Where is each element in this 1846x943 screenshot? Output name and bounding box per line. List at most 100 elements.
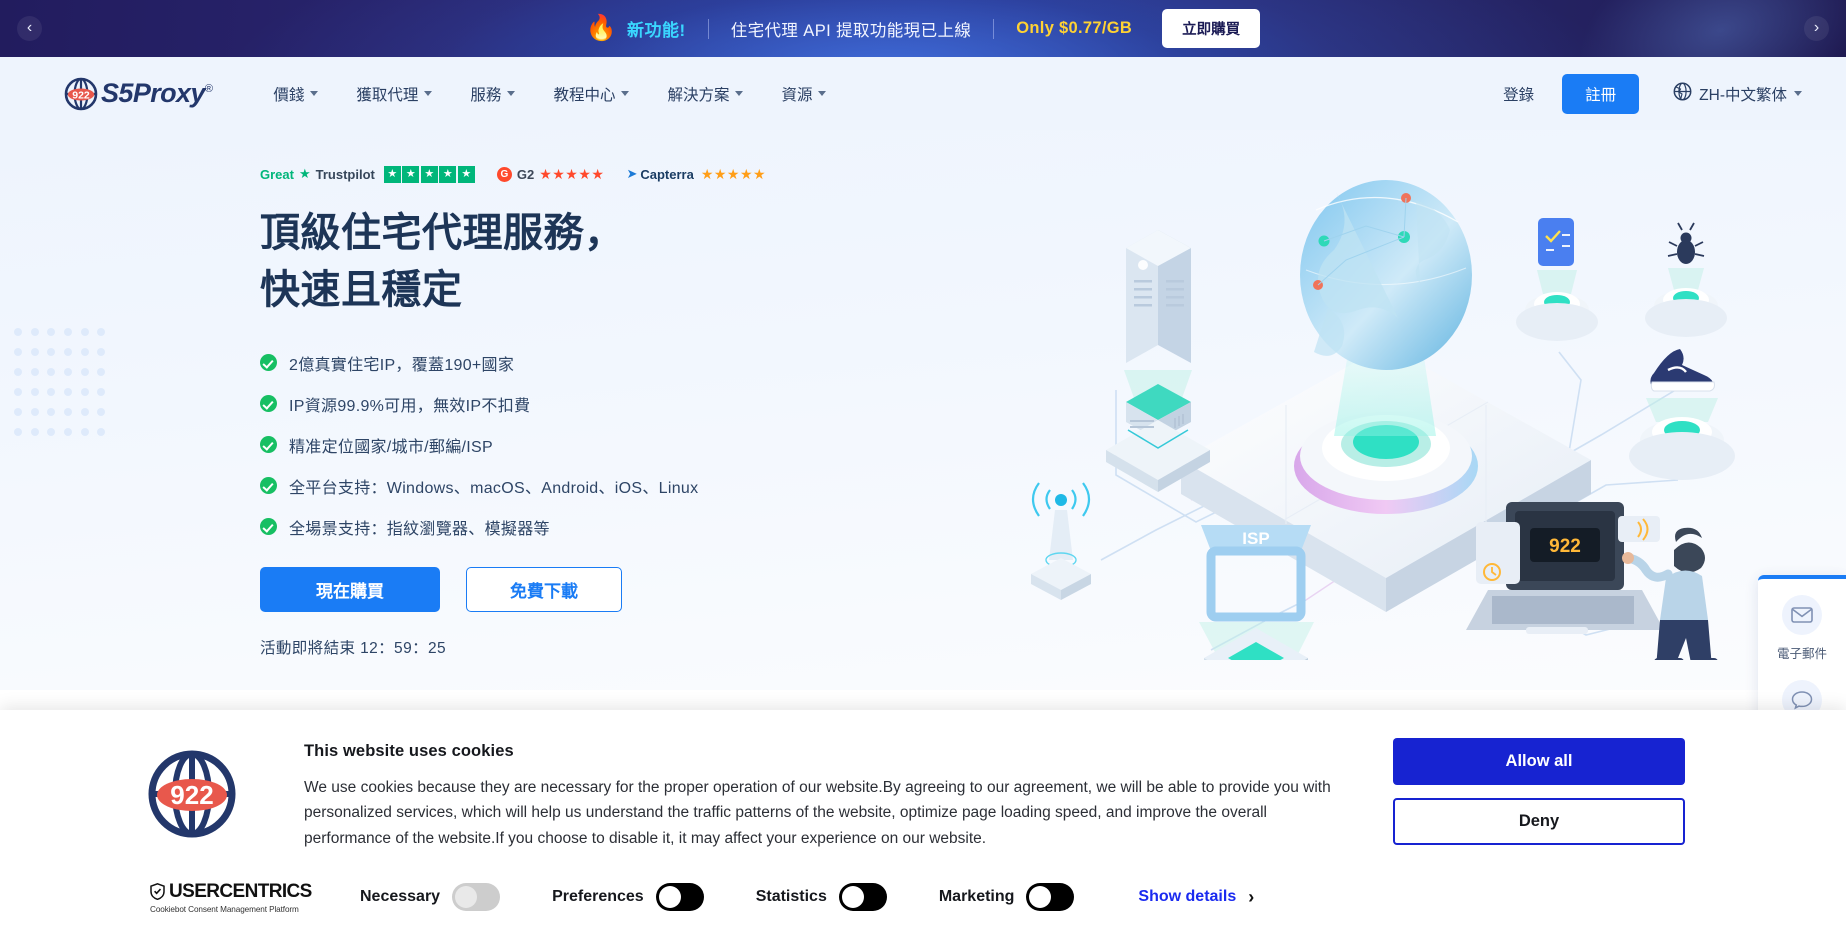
promo-message: 住宅代理 API 提取功能現已上線 — [730, 21, 972, 40]
check-circle-icon — [260, 518, 277, 536]
list-item: 全平台支持：Windows、macOS、Android、iOS、Linux — [260, 474, 900, 498]
buy-now-button[interactable]: 現在購買 — [260, 566, 440, 612]
globe-icon — [1673, 82, 1692, 106]
email-icon — [1782, 595, 1822, 635]
hero-cta-group: 現在購買 免費下載 — [260, 566, 900, 612]
language-label: ZH-中文繁体 — [1699, 86, 1787, 104]
promo-cta-button[interactable]: 立即購買 — [1162, 9, 1261, 48]
cookie-heading: This website uses cookies — [304, 742, 514, 760]
nav-label: 獲取代理 — [356, 86, 419, 104]
list-item: IP資源99.9%可用，無效IP不扣費 — [260, 392, 900, 416]
shield-check-icon — [150, 883, 165, 901]
cookie-category-toggles: Necessary Preferences Statistics Marketi… — [360, 883, 1254, 912]
cookie-consent-banner: 922 This website uses cookies We use coo… — [0, 710, 1846, 943]
nav-label: 價錢 — [273, 86, 305, 104]
capterra-label: Capterra — [640, 166, 694, 182]
toggle-label-necessary: Necessary — [360, 888, 441, 906]
toggle-group-necessary: Necessary — [360, 883, 501, 912]
hero-feature-list: 2億真實住宅IP，覆蓋190+國家 IP資源99.9%可用，無效IP不扣費 精准… — [260, 351, 900, 539]
trustpilot-badge[interactable]: Great ★ Trustpilot ★ ★ ★ ★ ★ — [260, 165, 475, 183]
nav-item-services[interactable]: 服務 — [451, 73, 534, 115]
nav-label: 教程中心 — [553, 86, 616, 104]
trustpilot-stars: ★ ★ ★ ★ ★ — [383, 165, 475, 183]
g2-badge[interactable]: G G2 ★★★★★ — [496, 166, 605, 183]
nav-item-tutorials[interactable]: 教程中心 — [534, 73, 648, 115]
nav-label: 服務 — [470, 86, 502, 104]
promo-content: 🔥 新功能! 住宅代理 API 提取功能現已上線 Only $0.77/GB 立… — [0, 0, 1846, 57]
show-details-label: Show details — [1138, 888, 1237, 906]
globe-logo-icon: 922 — [64, 77, 98, 111]
contact-email-item[interactable]: 電子郵件 — [1758, 595, 1846, 662]
cookie-actions: Allow all Deny — [1393, 738, 1685, 845]
signup-button[interactable]: 註冊 — [1562, 73, 1640, 114]
cookie-paragraph: We use cookies because they are necessar… — [304, 779, 1331, 847]
floating-contact-widget: 電子郵件 — [1758, 575, 1846, 730]
capterra-badge[interactable]: ➤ Capterra ★★★★★ — [626, 166, 766, 183]
cookie-text-block: This website uses cookies We use cookies… — [304, 742, 1349, 851]
toggle-group-marketing: Marketing — [938, 883, 1075, 912]
list-item: 2億真實住宅IP，覆蓋190+國家 — [260, 351, 900, 375]
toggle-group-statistics: Statistics — [756, 883, 887, 912]
promo-prev-arrow[interactable]: ‹ — [17, 16, 42, 41]
toggle-label-preferences: Preferences — [552, 888, 644, 906]
nav-label: 資源 — [781, 86, 813, 104]
main-nav: 價錢 獲取代理 服務 教程中心 解決方案 資源 — [254, 73, 845, 115]
promo-next-arrow[interactable]: › — [1804, 16, 1829, 41]
hero-title-line-2: 快速且穩定 — [260, 267, 463, 312]
check-circle-icon — [260, 436, 277, 454]
header-actions: 登錄 註冊 ZH-中文繁体 — [1489, 73, 1802, 114]
g2-icon: G — [496, 166, 512, 182]
nav-item-solutions[interactable]: 解決方案 — [648, 73, 762, 115]
toggle-label-marketing: Marketing — [938, 888, 1015, 906]
trustpilot-label: Trustpilot — [315, 166, 375, 182]
toggle-knob — [841, 886, 864, 909]
language-selector[interactable]: ZH-中文繁体 — [1673, 82, 1802, 106]
cookie-logo-badge: 922 — [170, 780, 213, 810]
g2-label: G2 — [516, 166, 535, 182]
nav-item-resources[interactable]: 資源 — [762, 73, 845, 115]
toggle-preferences[interactable] — [655, 883, 704, 912]
logo-wordmark: S5Proxy® — [101, 78, 213, 108]
nav-item-pricing[interactable]: 價錢 — [254, 73, 337, 115]
toggle-statistics[interactable] — [838, 883, 887, 912]
page-root: ‹ › 🔥 新功能! 住宅代理 API 提取功能現已上線 Only $0.77/… — [0, 0, 1846, 943]
svg-text:922: 922 — [72, 89, 90, 101]
chevron-down-icon — [507, 91, 516, 96]
chevron-down-icon — [818, 91, 827, 96]
show-details-link[interactable]: Show details › — [1138, 887, 1254, 908]
hero-content: Great ★ Trustpilot ★ ★ ★ ★ ★ G G2 ★★★★★ ➤ Ca… — [260, 165, 900, 658]
toggle-necessary — [452, 883, 501, 912]
star-icon: ★ — [298, 166, 311, 181]
list-item: 精准定位國家/城市/郵編/ISP — [260, 433, 900, 457]
usercentrics-logo: USERCENTRICS Cookiebot Consent Managemen… — [150, 881, 312, 914]
feature-text: 全場景支持：指紋瀏覽器、模擬器等 — [289, 520, 550, 538]
feature-text: 精准定位國家/城市/郵編/ISP — [289, 438, 493, 456]
feature-text: IP資源99.9%可用，無效IP不扣費 — [289, 397, 531, 415]
check-circle-icon — [260, 354, 277, 372]
toggle-knob — [658, 886, 681, 909]
chevron-down-icon — [621, 91, 630, 96]
page-title: 頂級住宅代理服務， 快速且穩定 — [260, 205, 900, 319]
laptop-922-label: 922 — [1549, 536, 1581, 557]
site-logo[interactable]: 922 S5Proxy® — [64, 77, 213, 111]
free-download-button[interactable]: 免費下載 — [466, 566, 622, 612]
usercentrics-title: USERCENTRICS — [150, 881, 312, 903]
login-link[interactable]: 登錄 — [1489, 75, 1548, 113]
allow-all-button[interactable]: Allow all — [1393, 738, 1685, 785]
contact-email-label: 電子郵件 — [1776, 647, 1827, 661]
toggle-marketing[interactable] — [1026, 883, 1075, 912]
trustpilot-rating-word: Great — [260, 166, 294, 182]
chevron-down-icon — [1794, 91, 1802, 96]
deny-button[interactable]: Deny — [1393, 798, 1685, 845]
feature-text: 全平台支持：Windows、macOS、Android、iOS、Linux — [289, 479, 699, 497]
cookie-brand-logo: 922 — [144, 746, 240, 842]
promo-new-label: 新功能! — [627, 21, 686, 40]
promo-banner: ‹ › 🔥 新功能! 住宅代理 API 提取功能現已上線 Only $0.77/… — [0, 0, 1846, 57]
toggle-group-preferences: Preferences — [552, 883, 704, 912]
nav-label: 解決方案 — [667, 86, 730, 104]
trust-badges: Great ★ Trustpilot ★ ★ ★ ★ ★ G G2 ★★★★★ ➤ Ca… — [260, 165, 900, 183]
nav-item-get-proxy[interactable]: 獲取代理 — [337, 73, 451, 115]
chevron-right-icon: › — [1248, 886, 1255, 907]
promo-divider-2 — [993, 18, 995, 39]
hero-title-line-1: 頂級住宅代理服務， — [260, 211, 625, 255]
